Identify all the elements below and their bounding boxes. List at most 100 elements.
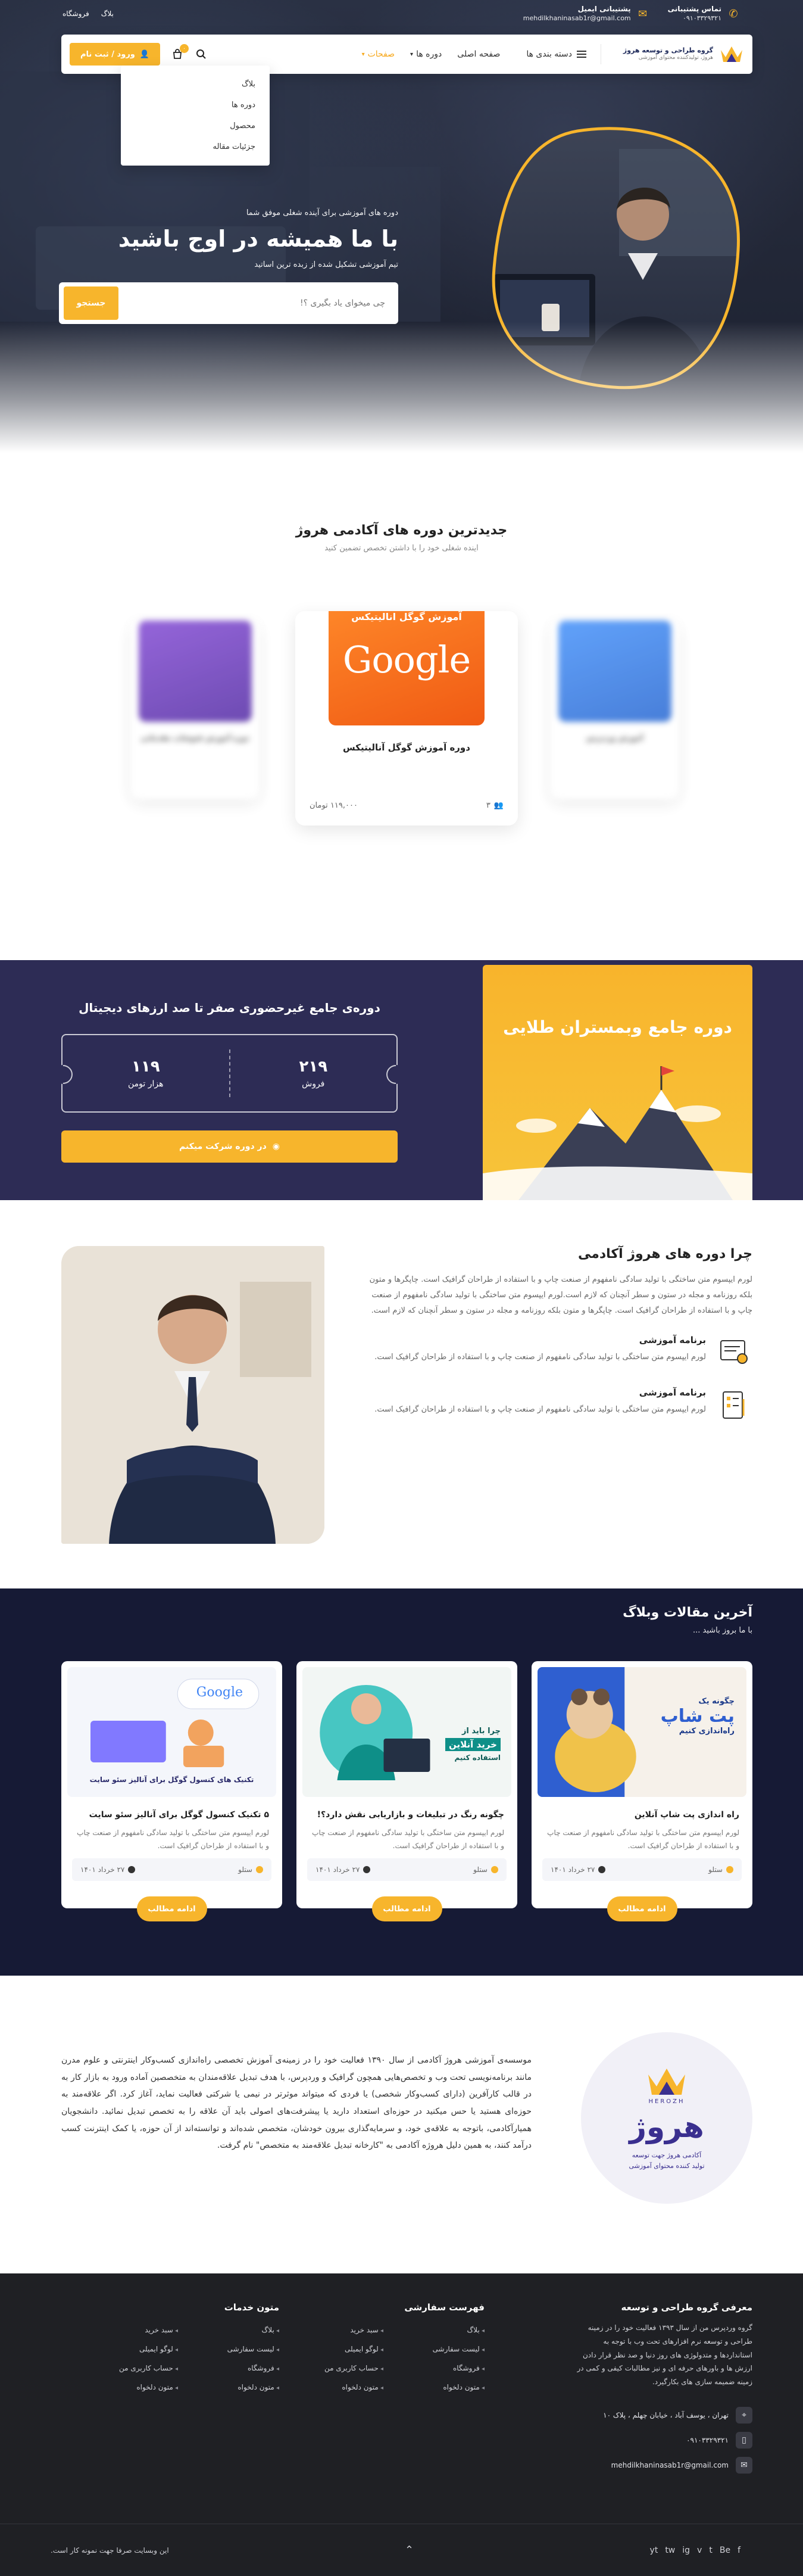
footer-link[interactable]: بلاگ xyxy=(395,2326,485,2334)
blog-post-card[interactable]: Google تکنیک های کنسول گوگل برای آنالیز … xyxy=(61,1661,282,1921)
google-wordmark: Google xyxy=(342,638,471,681)
footer-link[interactable]: لوگو ایمیلی xyxy=(294,2345,383,2353)
footer-link[interactable]: سبد خرید xyxy=(294,2326,383,2334)
cart-icon[interactable]: ۰ xyxy=(171,44,189,61)
tumblr-icon[interactable]: t xyxy=(709,2546,713,2555)
footer-link[interactable]: سبد خرید xyxy=(89,2326,178,2334)
menu-item-pages-label: صفحات xyxy=(367,49,395,59)
topbar-contact: ✆ تماس پشتیبانی ۰۹۱۰۳۳۲۹۳۲۱ ✉ پشتیبانی ا… xyxy=(523,4,740,23)
course-title-right: آموزش وردپرس xyxy=(586,734,643,742)
footer-link[interactable]: فروشگاه xyxy=(190,2364,279,2372)
footer-link[interactable]: فروشگاه xyxy=(395,2364,485,2372)
topbar-link-blog[interactable]: بلاگ xyxy=(101,10,114,18)
post-date: ۲۷ خرداد ۱۴۰۱ xyxy=(315,1865,371,1874)
post-title[interactable]: راه اندازی پت شاپ آنلاین xyxy=(538,1810,746,1820)
facebook-icon[interactable]: f xyxy=(738,2546,740,2555)
footer-address-text: تهران ، یوسف آباد ، خیابان چهلم ، پلاک ۱… xyxy=(603,2411,729,2419)
post-image-line3: راه‌اندازی کنیم xyxy=(679,1727,735,1736)
site-logo[interactable]: گروه طراحی و توسعه هروژ هروژ، تولیدکننده… xyxy=(607,43,744,65)
post-date-text: ۲۷ خرداد ۱۴۰۱ xyxy=(315,1865,360,1874)
twitter-icon[interactable]: tw xyxy=(665,2546,675,2555)
footer-link[interactable]: حساب کاربری من xyxy=(89,2364,178,2372)
about-text: موسسه‌ی آموزشی هروژ آکادمی از سال ۱۳۹۰ ف… xyxy=(61,2055,532,2151)
footer-link[interactable]: بلاگ xyxy=(190,2326,279,2334)
footer-link[interactable]: لوگو ایمیلی xyxy=(89,2345,178,2353)
chevron-up-icon[interactable]: ⌃ xyxy=(399,2540,420,2561)
footer-link[interactable]: لیست سفارشی xyxy=(395,2345,485,2353)
footer-link[interactable]: متون دلخواه xyxy=(190,2383,279,2391)
read-more-button[interactable]: ادامه مطالب xyxy=(607,1896,677,1921)
login-register-button[interactable]: 👤 ورود / ثبت نام xyxy=(70,43,161,66)
menu-item-courses[interactable]: دوره ها ▾ xyxy=(410,49,442,59)
course-card-center[interactable]: آموزش گوگل انالیتیکس Google دوره آموزش گ… xyxy=(295,611,518,826)
footer-links-custom: فهرست سفارشی بلاگ سبد خرید لیست سفارشی ل… xyxy=(294,2302,485,2391)
footer-address: ⌖ تهران ، یوسف آباد ، خیابان چهلم ، پلاک… xyxy=(574,2407,752,2424)
post-image-line2: تکنیک های کنسول گوگل برای آنالیز سئو سای… xyxy=(89,1776,254,1784)
hero-title: با ما همیشه در اوج باشید xyxy=(118,226,398,252)
post-date-text: ۲۷ خرداد ۱۴۰۱ xyxy=(80,1865,125,1874)
vimeo-icon[interactable]: v xyxy=(697,2546,702,2555)
footer-links-services: متون خدمات بلاگ سبد خرید لیست سفارشی لوگ… xyxy=(89,2302,279,2391)
topbar: ✆ تماس پشتیبانی ۰۹۱۰۳۳۲۹۳۲۱ ✉ پشتیبانی ا… xyxy=(0,0,803,27)
hero-search-box: جستجو xyxy=(59,282,398,324)
post-image-line2: خرید آنلاین xyxy=(445,1738,501,1751)
menu-icon xyxy=(577,51,586,58)
blog-section: آخرین مقالات وبلاگ با ما بروز باشید ... … xyxy=(0,1588,803,1976)
post-excerpt: لورم ایپسوم متن ساختگی با تولید سادگی نا… xyxy=(312,1829,504,1850)
promo-image: دوره جامع وبمستران طلایی xyxy=(483,965,752,1200)
topbar-link-shop[interactable]: فروشگاه xyxy=(63,10,89,18)
footer-about-text: گروه وردپرس من از سال ۱۳۹۳ فعالیت خود را… xyxy=(577,2323,752,2387)
why-section: چرا دوره های هروژ آکادمی لورم ایپسوم متن… xyxy=(0,1200,803,1588)
course-card-left[interactable]: دوره آموزش فتوشاپ مقدماتی xyxy=(131,621,259,799)
promo-price-value: ۱۱۹ xyxy=(131,1058,160,1076)
dropdown-item-product[interactable]: محصول xyxy=(121,116,270,136)
course-card-right[interactable]: آموزش وردپرس xyxy=(551,621,679,799)
promo-ticket: ۲۱۹ فروش ۱۱۹ هزار تومن xyxy=(61,1034,398,1113)
brand-english: HEROZH xyxy=(648,2098,685,2105)
footer-link[interactable]: لیست سفارشی xyxy=(190,2345,279,2353)
feature-title: برنامه آموزشی xyxy=(639,1335,706,1345)
enroll-button[interactable]: ◉ در دوره شرکت میکنم xyxy=(61,1130,398,1163)
menu-item-home[interactable]: صفحه اصلی xyxy=(457,49,500,59)
topbar-phone[interactable]: ✆ تماس پشتیبانی ۰۹۱۰۳۳۲۹۳۲۱ xyxy=(668,4,740,23)
youtube-icon[interactable]: yt xyxy=(650,2546,658,2555)
footer-phone[interactable]: ▯ ۰۹۱۰۳۳۲۹۳۲۱ xyxy=(574,2432,752,2449)
blog-header: آخرین مقالات وبلاگ با ما بروز باشید ... xyxy=(623,1605,752,1635)
post-image: چگونه یک پت شاپ راه‌اندازی کنیم xyxy=(538,1667,746,1797)
enroll-button-label: در دوره شرکت میکنم xyxy=(179,1142,267,1151)
blog-post-card[interactable]: چرا باید از خرید آنلاین استفاده کنیم چگو… xyxy=(296,1661,517,1921)
footer-link[interactable]: حساب کاربری من xyxy=(294,2364,383,2372)
menu-item-pages[interactable]: صفحات ▾ xyxy=(362,49,395,59)
categories-button[interactable]: دسته بندی ها xyxy=(518,49,595,59)
footer-list1-title: فهرست سفارشی xyxy=(404,2302,485,2313)
footer-link[interactable]: متون دلخواه xyxy=(89,2383,178,2391)
hero-search-button[interactable]: جستجو xyxy=(64,286,118,320)
courses-carousel: دوره آموزش فتوشاپ مقدماتی آموزش گوگل انا… xyxy=(0,586,803,836)
footer-link[interactable]: متون دلخواه xyxy=(294,2383,383,2391)
hero-bottom-fade xyxy=(0,322,803,453)
dropdown-item-courses[interactable]: دوره ها xyxy=(121,95,270,116)
search-icon[interactable] xyxy=(195,48,208,61)
post-title[interactable]: چگونه رنگ در تبلیغات و بازاریابی نقش دار… xyxy=(302,1810,511,1820)
hero-search-input[interactable] xyxy=(167,298,393,308)
pages-dropdown: بلاگ دوره ها محصول جزئیات مقاله xyxy=(121,66,270,166)
dropdown-item-article[interactable]: جزئیات مقاله xyxy=(121,136,270,157)
why-lead: لورم ایپسوم متن ساختگی با تولید سادگی نا… xyxy=(369,1275,752,1315)
post-title[interactable]: ۵ تکنیک کنسول گوگل برای آنالیز سئو سایت xyxy=(67,1810,276,1820)
feature-text: لورم ایپسوم متن ساختگی با تولید سادگی نا… xyxy=(374,1405,706,1414)
footer-link[interactable]: متون دلخواه xyxy=(395,2383,485,2391)
blog-post-card[interactable]: چگونه یک پت شاپ راه‌اندازی کنیم راه اندا… xyxy=(532,1661,752,1921)
logo-subtitle: هروژ، تولیدکننده محتوای آموزشی xyxy=(638,55,713,61)
post-author: ستلو xyxy=(473,1865,498,1874)
email-label: پشتیبانی ایمیل xyxy=(577,5,631,14)
blog-title: آخرین مقالات وبلاگ xyxy=(623,1605,752,1620)
read-more-button[interactable]: ادامه مطالب xyxy=(136,1896,207,1921)
footer-email[interactable]: ✉ mehdilkhaninasab1r@gmail.com xyxy=(574,2457,752,2474)
read-more-button[interactable]: ادامه مطالب xyxy=(371,1896,442,1921)
behance-icon[interactable]: Be xyxy=(720,2546,730,2555)
dropdown-item-blog[interactable]: بلاگ xyxy=(121,74,270,95)
topbar-email[interactable]: ✉ پشتیبانی ایمیل mehdilkhaninasab1r@gmai… xyxy=(523,4,650,23)
blog-subtitle: با ما بروز باشید ... xyxy=(693,1626,752,1635)
instagram-icon[interactable]: ig xyxy=(682,2546,690,2555)
courses-section: جدیدترین دوره های آکادمی هروژ اینده شغلی… xyxy=(0,453,803,960)
